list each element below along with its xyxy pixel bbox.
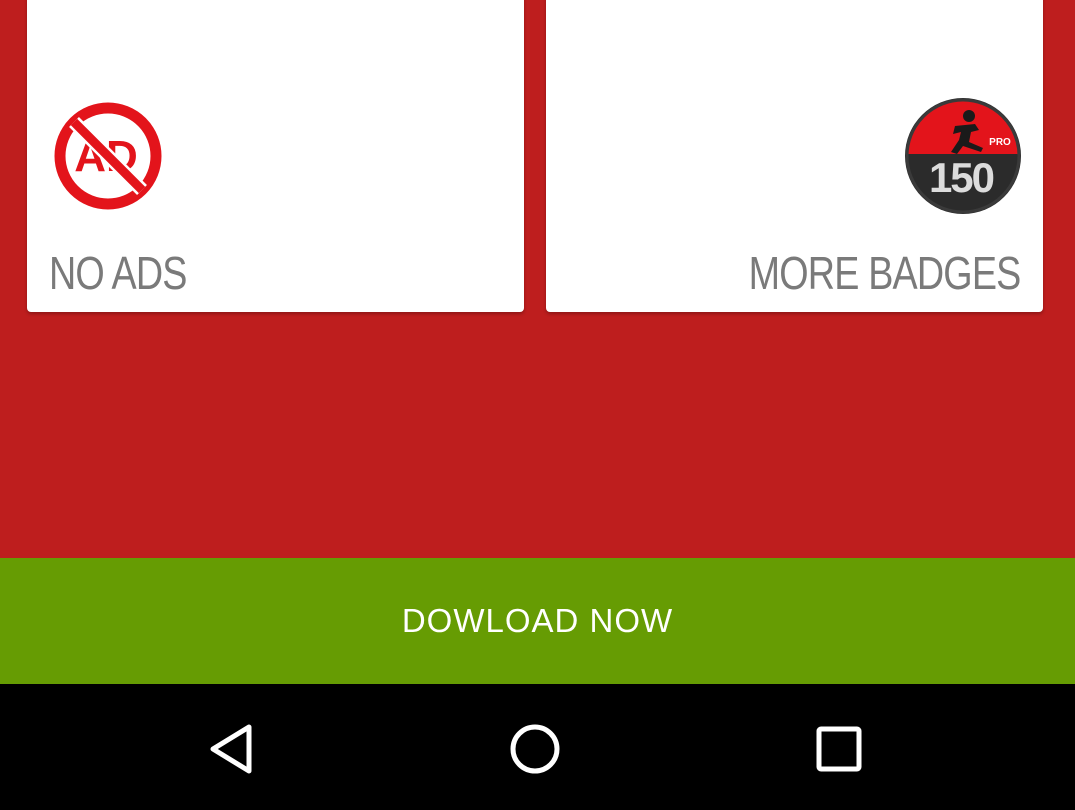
home-button[interactable] (490, 704, 580, 794)
no-ads-label: NO ADS (49, 247, 187, 299)
recents-button[interactable] (794, 704, 884, 794)
download-now-label: DOWLOAD NOW (401, 602, 674, 639)
more-badges-label: MORE BADGES (749, 247, 1022, 299)
feature-card-more-badges: PRO 150 MORE BADGES (546, 0, 1043, 312)
back-icon (210, 724, 252, 774)
feature-card-no-ads: AD NO ADS (27, 0, 524, 312)
no-ads-icon: AD (54, 102, 162, 210)
badge-pro-tag: PRO (989, 137, 1011, 148)
home-icon (510, 724, 560, 774)
pro-upgrade-screen: AD NO ADS PRO 150 MORE BADGES DOWL (0, 0, 1075, 810)
download-now-button[interactable]: DOWLOAD NOW (0, 558, 1075, 684)
system-navigation-bar (0, 684, 1075, 810)
badge-150-pro-icon: PRO 150 (905, 98, 1021, 214)
back-button[interactable] (187, 704, 277, 794)
badge-number: 150 (929, 154, 994, 201)
recents-icon (816, 726, 862, 772)
